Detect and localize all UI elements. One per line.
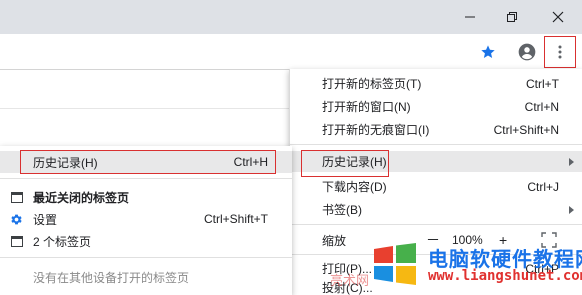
submenu-item-shortcut: Ctrl+Shift+T [203,212,268,226]
window-tab-icon [10,235,23,248]
submenu-arrow-icon [569,157,574,166]
submenu-item-label: 2 个标签页 [33,234,92,249]
submenu-arrow-icon [569,205,574,214]
page-divider [0,108,290,109]
menu-item-label: 下载内容(D) [322,180,387,194]
submenu-separator [0,257,292,258]
watermark-faint-text: 亮术网 [330,273,370,288]
menu-item-new-tab[interactable]: 打开新的标签页(T) Ctrl+T [290,73,582,94]
menu-item-shortcut: Ctrl+N [524,99,559,114]
restore-icon [507,12,517,22]
history-submenu-highlight [20,150,276,174]
menu-item-label: 书签(B) [322,203,362,217]
bookmark-star-button[interactable] [476,40,500,64]
submenu-item-label: 设置 [33,212,58,227]
submenu-item-tabs[interactable]: 2 个标签页 [0,230,292,252]
menu-button-highlight [544,36,576,68]
menu-item-new-window[interactable]: 打开新的窗口(N) Ctrl+N [290,96,582,117]
gear-icon [10,213,23,226]
minimize-button[interactable] [448,0,492,34]
restore-button[interactable] [490,0,534,34]
menu-item-label: 打开新的无痕窗口(I) [322,123,430,137]
submenu-item-label: 没有在其他设备打开的标签页 [33,270,190,285]
submenu-item-settings[interactable]: 设置 Ctrl+Shift+T [0,208,292,230]
profile-button[interactable] [515,40,539,64]
menu-separator [290,144,582,145]
minimize-icon [465,16,475,18]
menu-item-label: 打开新的窗口(N) [322,100,411,114]
submenu-item-no-other-devices: 没有在其他设备打开的标签页 [0,266,292,288]
menu-item-bookmarks[interactable]: 书签(B) [290,199,582,220]
menu-item-label: 缩放 [322,233,347,248]
close-button[interactable] [536,0,580,34]
submenu-separator [0,178,292,179]
window-tab-icon [10,191,23,204]
close-icon [552,11,564,23]
submenu-item-recently-closed: 最近关闭的标签页 [0,186,292,208]
menu-item-downloads[interactable]: 下载内容(D) Ctrl+J [290,176,582,197]
star-icon [481,45,495,58]
menu-item-new-incognito-window[interactable]: 打开新的无痕窗口(I) Ctrl+Shift+N [290,119,582,140]
account-icon [518,43,536,61]
menu-item-shortcut: Ctrl+Shift+N [493,122,559,137]
submenu-item-label: 最近关闭的标签页 [33,190,130,205]
menu-separator [290,224,582,225]
menu-item-label: 打开新的标签页(T) [322,77,422,91]
menu-item-shortcut: Ctrl+J [527,179,559,194]
menu-item-shortcut: Ctrl+T [526,76,559,91]
windows-logo-watermark [372,243,418,285]
watermark-url: www.liangshunet.com [428,268,582,284]
history-menu-highlight [301,150,389,177]
